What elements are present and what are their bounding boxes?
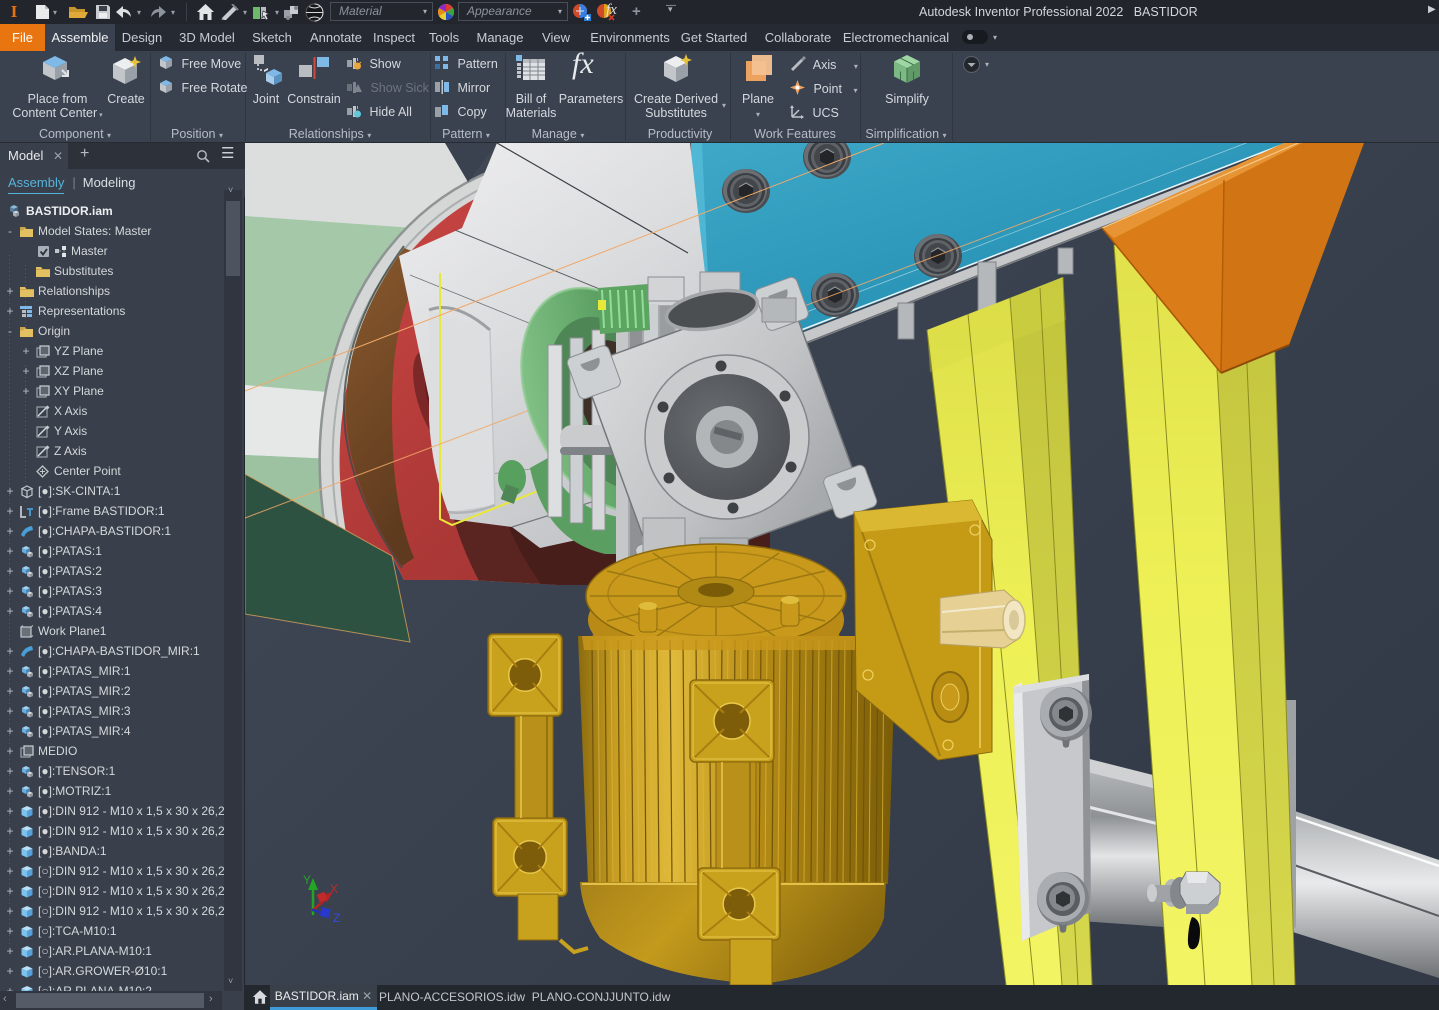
- svg-text:Z: Z: [333, 911, 340, 925]
- svg-text:X: X: [330, 882, 338, 896]
- svg-text:Y: Y: [303, 873, 311, 887]
